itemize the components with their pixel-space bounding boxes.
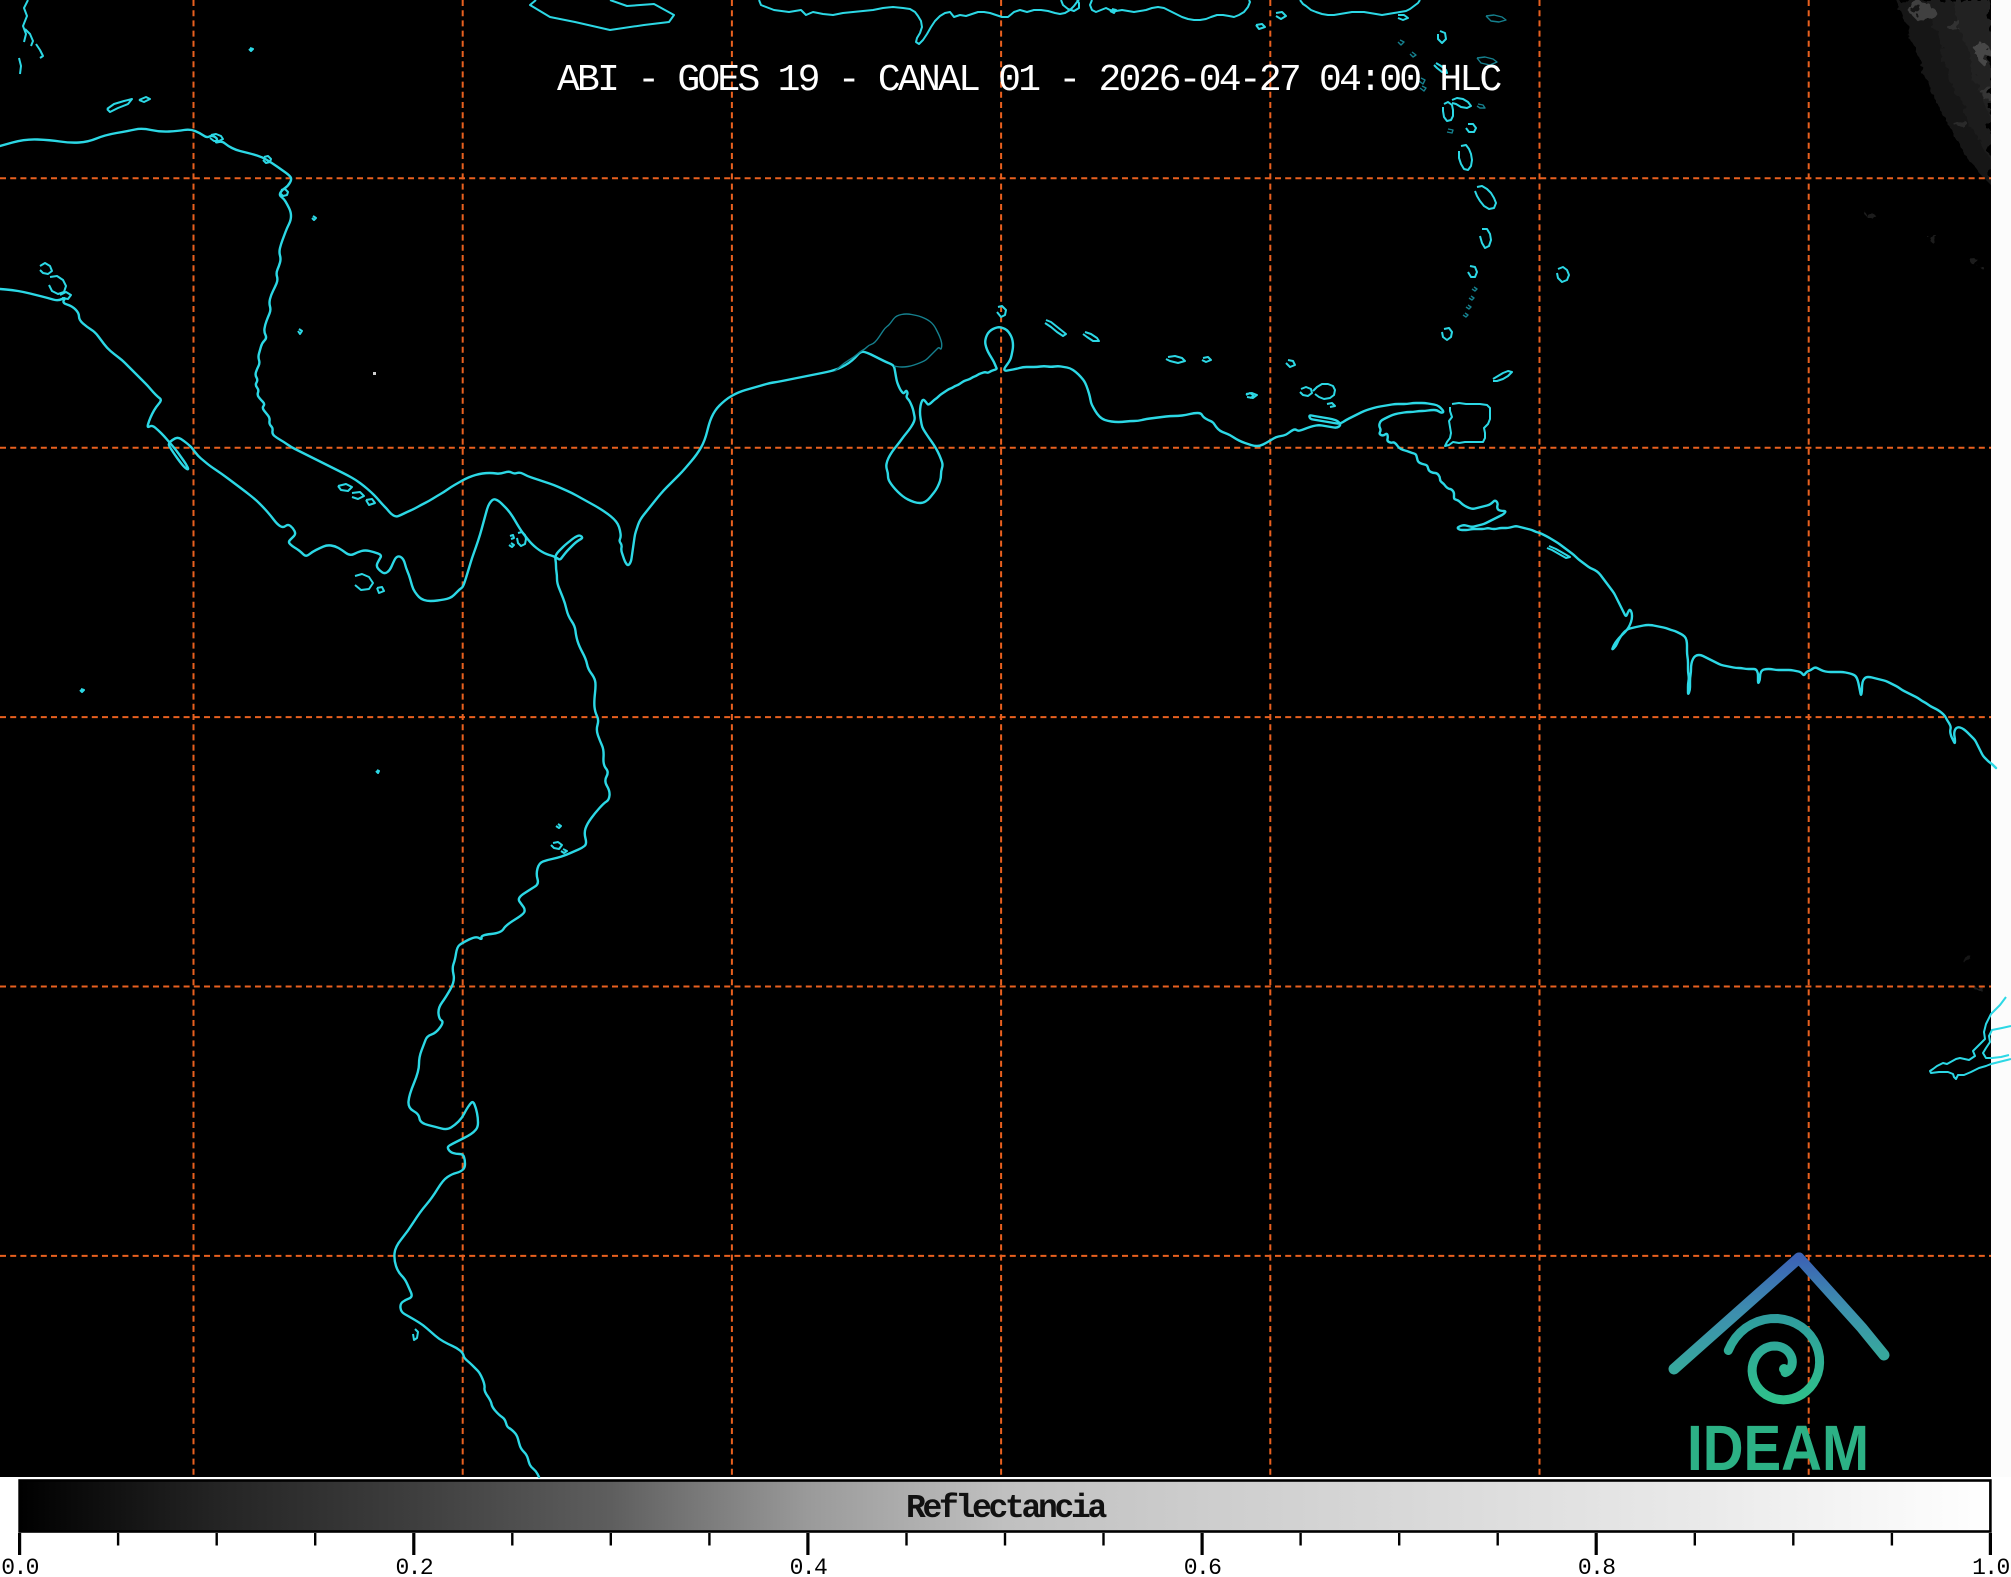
svg-text:Reflectancia: Reflectancia [906,1490,1107,1527]
svg-text:0.6: 0.6 [1184,1555,1221,1577]
svg-text:0.0: 0.0 [1,1555,38,1577]
svg-text:0.8: 0.8 [1578,1555,1615,1577]
svg-text:1.0: 1.0 [1972,1555,2009,1577]
svg-text:IDEAM: IDEAM [1687,1412,1869,1484]
svg-text:0.2: 0.2 [395,1555,432,1577]
svg-text:0.4: 0.4 [790,1555,827,1577]
svg-text:ABI - GOES 19 - CANAL 01 - 202: ABI - GOES 19 - CANAL 01 - 2026-04-27 04… [557,59,1501,102]
